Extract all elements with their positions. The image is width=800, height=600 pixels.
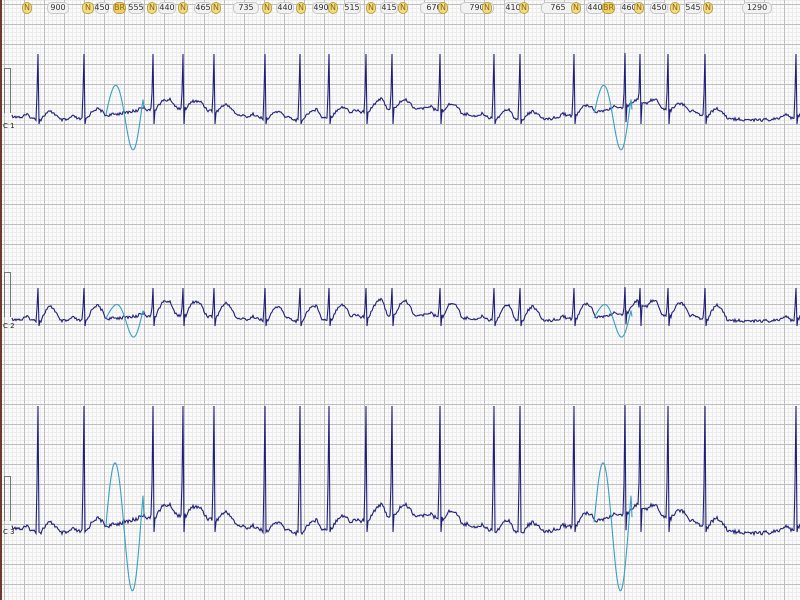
calibration-box-1 [4, 68, 11, 113]
calibration-box-2 [4, 272, 11, 317]
channel-label-1: C 1 [3, 122, 15, 130]
trace-channel-1 [11, 53, 800, 125]
calibration-box-3 [4, 476, 11, 521]
channel-label-3: C 3 [3, 528, 15, 536]
trace-channel-3-ectopic-1 [105, 462, 145, 592]
trace-channel-2 [11, 287, 800, 327]
trace-channel-2-ectopic-1 [105, 303, 145, 338]
channel-label-2: C 2 [3, 322, 15, 330]
ecg-viewer: N 900 N 450 BR 555 N 440 N 465 N 735 N 440 N 490 N 515 N 41… [0, 0, 800, 600]
ecg-traces [11, 53, 800, 592]
trace-channel-1-ectopic-1 [105, 84, 145, 151]
trace-channel-3 [11, 405, 800, 537]
